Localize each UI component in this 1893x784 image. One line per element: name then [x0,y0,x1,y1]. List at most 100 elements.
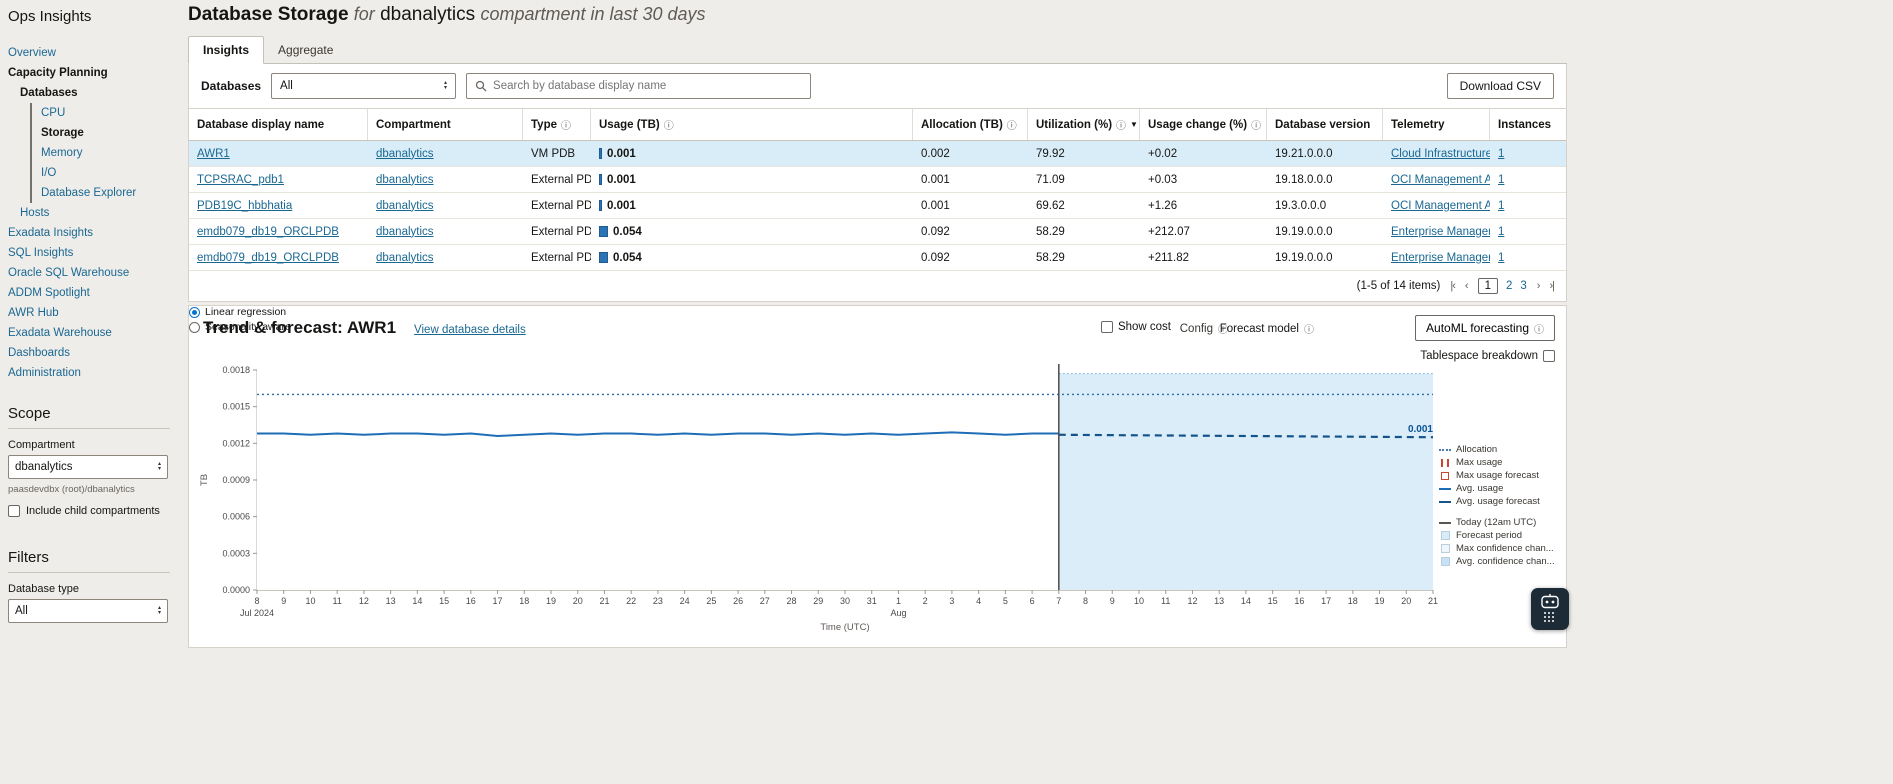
svg-text:5: 5 [1003,596,1008,606]
instances-link[interactable]: 1 [1498,174,1504,186]
info-icon[interactable]: ⓘ [1251,117,1261,132]
database-type-select[interactable]: All ▴▾ [8,599,168,623]
svg-text:27: 27 [760,596,770,606]
sort-desc-icon[interactable]: ▼ [1130,120,1138,129]
compartment-link[interactable]: dbanalytics [376,200,434,212]
sidebar-item-sql-insights[interactable]: SQL Insights [0,243,178,263]
automl-forecasting-button[interactable]: AutoML forecasting ⓘ [1415,315,1555,341]
instances-link[interactable]: 1 [1498,252,1504,264]
sidebar-item-databases[interactable]: Databases [0,83,178,103]
column-header-usage-tb[interactable]: Usage (TB) ⓘ [591,109,913,140]
sidebar-item-oracle-sql-warehouse[interactable]: Oracle SQL Warehouse [0,263,178,283]
column-header-compartment[interactable]: Compartment [368,109,523,140]
legend-label: Today (12am UTC) [1456,516,1536,529]
info-icon[interactable]: ⓘ [561,117,571,132]
column-label: Usage (TB) [599,119,660,131]
table-row[interactable]: emdb079_db19_ORCLPDB dbanalytics External … [189,245,1566,271]
instances-link[interactable]: 1 [1498,148,1504,160]
column-header-instances[interactable]: Instances [1490,109,1566,140]
sidebar-item-cpu[interactable]: CPU [30,103,178,123]
page-1-current[interactable]: 1 [1478,278,1498,294]
sidebar-item-exadata-warehouse[interactable]: Exadata Warehouse [0,323,178,343]
assistant-launcher-button[interactable] [1531,588,1569,630]
telemetry-link[interactable]: OCI Management Agent [1391,200,1490,212]
compartment-link[interactable]: dbanalytics [376,226,434,238]
compartment-link[interactable]: dbanalytics [376,148,434,160]
sidebar-item-database-explorer[interactable]: Database Explorer [30,183,178,203]
sidebar-item-exadata-insights[interactable]: Exadata Insights [0,223,178,243]
sidebar-item-awr-hub[interactable]: AWR Hub [0,303,178,323]
telemetry-link[interactable]: OCI Management Agent [1391,174,1490,186]
compartment-select[interactable]: dbanalytics ▴▾ [8,455,168,479]
view-database-details-link[interactable]: View database details [414,324,526,336]
column-header-allocation-tb[interactable]: Allocation (TB)ⓘ [913,109,1028,140]
legend-item-max-usage: Max usage [1438,456,1558,469]
compartment-path: paasdevdbx (root)/dbanalytics [0,479,178,495]
info-icon[interactable]: ⓘ [1304,321,1314,336]
table-row[interactable]: emdb079_db19_ORCLPDBdbanalyticsExternal … [189,219,1566,245]
database-name-link[interactable]: emdb079_db19_ORCLPDB [197,252,339,264]
instances-link[interactable]: 1 [1498,200,1504,212]
include-child-compartments-checkbox[interactable] [8,505,20,517]
page-3[interactable]: 3 [1520,280,1526,292]
sidebar-item-overview[interactable]: Overview [0,43,178,63]
next-page-icon[interactable]: › [1537,280,1540,292]
forecast-period-symbol [1438,531,1452,540]
sidebar-item-memory[interactable]: Memory [30,143,178,163]
column-header-usage-change[interactable]: Usage change (%)ⓘ [1140,109,1267,140]
prev-page-icon[interactable]: ‹ [1465,280,1468,292]
column-header-database-version[interactable]: Database version [1267,109,1383,140]
include-child-compartments-row[interactable]: Include child compartments [0,495,178,527]
database-name-link[interactable]: AWR1 [197,148,230,160]
telemetry-link[interactable]: Cloud Infrastructure [1391,148,1490,160]
search-input[interactable] [493,80,802,92]
compartment-link[interactable]: dbanalytics [376,174,434,186]
chevron-updown-icon: ▴▾ [444,81,447,91]
compartment-link[interactable]: dbanalytics [376,252,434,264]
sidebar-item-administration[interactable]: Administration [0,363,178,383]
last-page-icon[interactable]: ›| [1549,280,1554,292]
usage-cell: 0.054 [591,226,913,238]
tab-aggregate[interactable]: Aggregate [264,37,347,63]
sidebar: Ops Insights OverviewCapacity PlanningDa… [0,0,178,784]
tab-insights[interactable]: Insights [188,36,264,64]
radio-icon[interactable] [189,322,200,333]
page-title: Database Storage for dbanalytics compart… [188,4,706,26]
sidebar-item-capacity-planning[interactable]: Capacity Planning [0,63,178,83]
telemetry-link[interactable]: Enterprise Manager [1391,226,1490,238]
database-name-link[interactable]: emdb079_db19_ORCLPDB [197,226,339,238]
column-header-telemetry[interactable]: Telemetry [1383,109,1490,140]
database-type: External PDB [523,252,591,264]
utilization-value: 58.29 [1028,226,1140,238]
radio-icon[interactable] [189,307,200,318]
sidebar-item-dashboards[interactable]: Dashboards [0,343,178,363]
column-header-type[interactable]: Typeⓘ [523,109,591,140]
table-row[interactable]: AWR1dbanalyticsVM PDB0.0010.00279.92+0.0… [189,141,1566,167]
table-row[interactable]: TCPSRAC_pdb1dbanalyticsExternal PDB0.001… [189,167,1566,193]
sidebar-item-hosts[interactable]: Hosts [0,203,178,223]
show-cost-checkbox[interactable] [1101,321,1113,333]
trend-head: Trend & forecast: AWR1 View database det… [203,318,526,338]
forecast-model-option-linear-regression[interactable]: Linear regression [189,306,1566,318]
tablespace-breakdown-checkbox[interactable] [1543,350,1555,362]
telemetry-link[interactable]: Enterprise Manager [1391,252,1490,264]
sidebar-item-storage[interactable]: Storage [30,123,178,143]
page-2[interactable]: 2 [1506,280,1512,292]
info-icon[interactable]: ⓘ [1116,117,1126,132]
search-box[interactable] [466,73,811,99]
info-icon[interactable]: ⓘ [664,117,674,132]
column-label: Database display name [197,119,324,131]
column-header-database-display-name[interactable]: Database display name [189,109,368,140]
sidebar-item-i-o[interactable]: I/O [30,163,178,183]
show-cost-control[interactable]: Show cost [1101,321,1171,333]
database-name-link[interactable]: TCPSRAC_pdb1 [197,174,284,186]
table-row[interactable]: PDB19C_hbbhatiadbanalyticsExternal PDB0.… [189,193,1566,219]
databases-filter-select[interactable]: All ▴▾ [271,73,456,99]
database-name-link[interactable]: PDB19C_hbbhatia [197,200,292,212]
sidebar-item-addm-spotlight[interactable]: ADDM Spotlight [0,283,178,303]
download-csv-button[interactable]: Download CSV [1447,73,1554,99]
first-page-icon[interactable]: |‹ [1450,280,1455,292]
instances-link[interactable]: 1 [1498,226,1504,238]
info-icon[interactable]: ⓘ [1007,117,1017,132]
column-header-utilization[interactable]: Utilization (%)ⓘ▼ [1028,109,1140,140]
